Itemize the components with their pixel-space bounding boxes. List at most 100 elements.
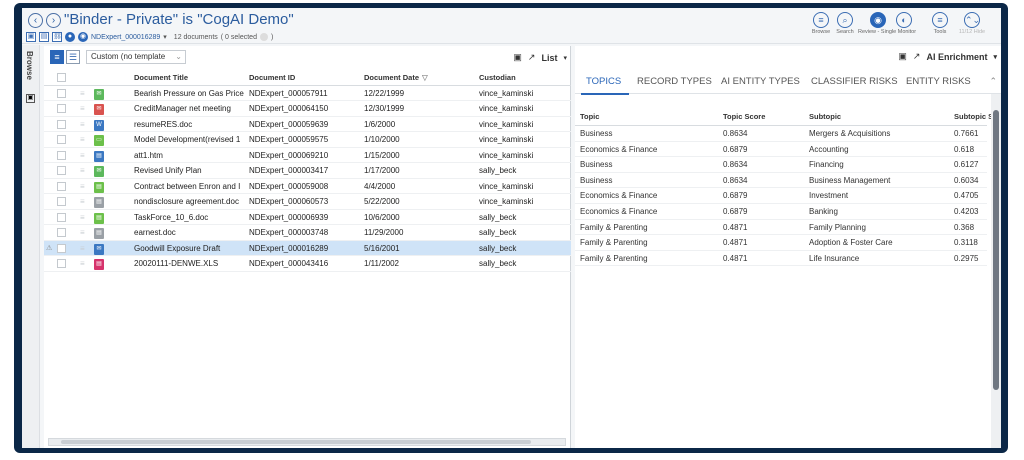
folder-icon[interactable]: ▤: [39, 32, 49, 42]
tab-ai-entity-types[interactable]: AI ENTITY TYPES: [721, 76, 800, 87]
note-icon[interactable]: ≡: [80, 166, 85, 175]
column-header[interactable]: Subtopic Sc: [954, 112, 994, 121]
tab-topics[interactable]: TOPICS: [580, 76, 630, 95]
table-row[interactable]: ≡ ▤ TaskForce_10_6.doc NDExpert_000006939 10…: [44, 210, 571, 225]
browse-label[interactable]: Browse: [25, 51, 34, 80]
cell-title[interactable]: Revised Unify Plan: [134, 166, 246, 175]
cell-title[interactable]: att1.htm: [134, 151, 246, 160]
note-icon[interactable]: ≡: [80, 213, 85, 222]
column-header[interactable]: Subtopic: [809, 112, 949, 121]
topic-row[interactable]: Economics & Finance 0.6879 Banking 0.4203: [575, 204, 987, 220]
table-row[interactable]: ≡ ▤ 20020111-DENWE.XLS NDExpert_000043416 1/…: [44, 256, 571, 272]
expand-icon[interactable]: ↗: [913, 51, 921, 62]
note-icon[interactable]: ≡: [80, 197, 85, 206]
cell-title[interactable]: Goodwill Exposure Draft: [134, 244, 246, 253]
panel-toggle-icon[interactable]: ▣: [898, 51, 907, 62]
cell-title[interactable]: nondisclosure agreement.doc: [134, 197, 246, 206]
cell-title[interactable]: resumeRES.doc: [134, 120, 246, 129]
current-document-id[interactable]: NDExpert_000016289: [91, 34, 160, 41]
row-checkbox[interactable]: [57, 243, 66, 253]
detail-view-button[interactable]: ☰: [66, 50, 80, 64]
chevron-down-icon[interactable]: ▾: [563, 54, 567, 62]
topic-row[interactable]: Business 0.8634 Financing 0.6127: [575, 157, 987, 173]
cell-title[interactable]: Model Development(revised 1: [134, 135, 246, 144]
cell-title[interactable]: 20020111-DENWE.XLS: [134, 259, 246, 268]
clear-selection-icon[interactable]: [259, 33, 268, 41]
binder-icon[interactable]: ▣: [26, 32, 36, 42]
row-checkbox[interactable]: [57, 197, 66, 206]
topic-row[interactable]: Economics & Finance 0.6879 Investment 0.470…: [575, 188, 987, 204]
expand-icon[interactable]: ↗: [528, 52, 536, 63]
cell-title[interactable]: TaskForce_10_6.doc: [134, 213, 246, 222]
column-header[interactable]: Custodian: [479, 73, 569, 82]
row-checkbox[interactable]: [57, 212, 66, 222]
row-checkbox[interactable]: [57, 228, 66, 237]
table-row[interactable]: ≡ ▤ Contract between Enron and I NDExpert_0…: [44, 179, 571, 194]
column-header[interactable]: Topic: [580, 112, 720, 121]
topic-row[interactable]: Family & Parenting 0.4871 Family Planning 0…: [575, 220, 987, 236]
note-icon[interactable]: ≡: [80, 135, 85, 144]
column-header[interactable]: Document Title: [134, 73, 246, 82]
horizontal-scrollbar[interactable]: [48, 438, 566, 446]
table-row[interactable]: ≡ ✉ CreditManager net meeting NDExpert_0000…: [44, 101, 571, 117]
table-row[interactable]: ≡ ✉ Bearish Pressure on Gas Price NDExpert_…: [44, 86, 571, 101]
table-row[interactable]: ≡ ✉ Revised Unify Plan NDExpert_000003417 1/…: [44, 163, 571, 179]
note-icon[interactable]: ≡: [80, 244, 85, 253]
note-icon[interactable]: ≡: [80, 228, 85, 237]
note-icon[interactable]: ≡: [80, 259, 85, 268]
tab-classifier-risks[interactable]: CLASSIFIER RISKS: [811, 76, 898, 87]
view-mode-select[interactable]: List: [541, 53, 557, 63]
link-icon[interactable]: ⛓: [52, 32, 62, 42]
note-icon[interactable]: ≡: [80, 120, 85, 129]
row-checkbox[interactable]: [57, 88, 66, 98]
chevron-down-icon[interactable]: ▾: [163, 33, 167, 41]
row-checkbox[interactable]: [57, 259, 66, 268]
scrollbar-thumb[interactable]: [61, 440, 531, 444]
column-header[interactable]: Document ID: [249, 73, 361, 82]
status-icon[interactable]: ●: [65, 32, 75, 42]
cell-title[interactable]: CreditManager net meeting: [134, 104, 246, 113]
note-icon[interactable]: ≡: [80, 151, 85, 160]
back-button[interactable]: ‹: [28, 13, 43, 28]
panel-toggle-icon[interactable]: ▣: [513, 52, 522, 63]
table-row[interactable]: ≡ WresumeRES.doc NDExpert_000059639 1/6/200…: [44, 117, 571, 132]
note-icon[interactable]: ≡: [80, 182, 85, 191]
select-all-checkbox[interactable]: [57, 73, 66, 82]
cell-title[interactable]: Bearish Pressure on Gas Price: [134, 89, 246, 98]
forward-button[interactable]: ›: [46, 13, 61, 28]
row-checkbox[interactable]: [57, 135, 66, 144]
topic-row[interactable]: Economics & Finance 0.6879 Accounting 0.618: [575, 142, 987, 158]
table-row[interactable]: ≡ ▤ att1.htm NDExpert_000069210 1/15/2000 vin…: [44, 148, 571, 163]
sort-icon[interactable]: ▽: [422, 73, 428, 82]
expand-panel-icon[interactable]: ▣: [26, 94, 35, 103]
topic-row[interactable]: Business 0.8634 Mergers & Acquisitions 0.76…: [575, 126, 987, 142]
list-view-button[interactable]: ≡: [50, 50, 64, 64]
table-row[interactable]: ≡ ▭ Model Development(revised 1 NDExpert_00…: [44, 132, 571, 148]
scrollbar-thumb[interactable]: [993, 110, 999, 390]
row-checkbox[interactable]: [57, 119, 66, 129]
row-checkbox[interactable]: [57, 104, 66, 113]
row-checkbox[interactable]: [57, 166, 66, 175]
vertical-scrollbar[interactable]: [991, 94, 1001, 448]
cell-title[interactable]: earnest.doc: [134, 228, 246, 237]
panel-select[interactable]: AI Enrichment: [926, 52, 987, 62]
table-row[interactable]: ≡ ▤ nondisclosure agreement.doc NDExpert_00…: [44, 194, 571, 210]
column-header[interactable]: Document Date: [364, 73, 476, 82]
chevron-down-icon[interactable]: ▾: [993, 53, 997, 61]
row-checkbox[interactable]: [57, 150, 66, 160]
note-icon[interactable]: ≡: [80, 104, 85, 113]
template-select[interactable]: Custom (no template ⌄: [86, 50, 186, 64]
user-icon[interactable]: ◉: [78, 32, 88, 42]
column-header[interactable]: Topic Score: [723, 112, 803, 121]
topic-row[interactable]: Family & Parenting 0.4871 Adoption & Foste…: [575, 235, 987, 251]
tab-record-types[interactable]: RECORD TYPES: [637, 76, 712, 87]
table-row[interactable]: ≡ ▤ earnest.doc NDExpert_000003748 11/29/200…: [44, 225, 571, 241]
toolbar-button-3[interactable]: ◐: [884, 12, 924, 29]
row-checkbox[interactable]: [57, 181, 66, 191]
chevron-up-icon[interactable]: ⌃: [989, 76, 997, 87]
topic-row[interactable]: Family & Parenting 0.4871 Life Insurance 0.…: [575, 251, 987, 267]
cell-title[interactable]: Contract between Enron and I: [134, 182, 246, 191]
topic-row[interactable]: Business 0.8634 Business Management 0.6034: [575, 173, 987, 189]
table-row[interactable]: ⚠ ≡ ✉ Goodwill Exposure Draft NDExpert_00001…: [44, 240, 571, 256]
note-icon[interactable]: ≡: [80, 89, 85, 98]
